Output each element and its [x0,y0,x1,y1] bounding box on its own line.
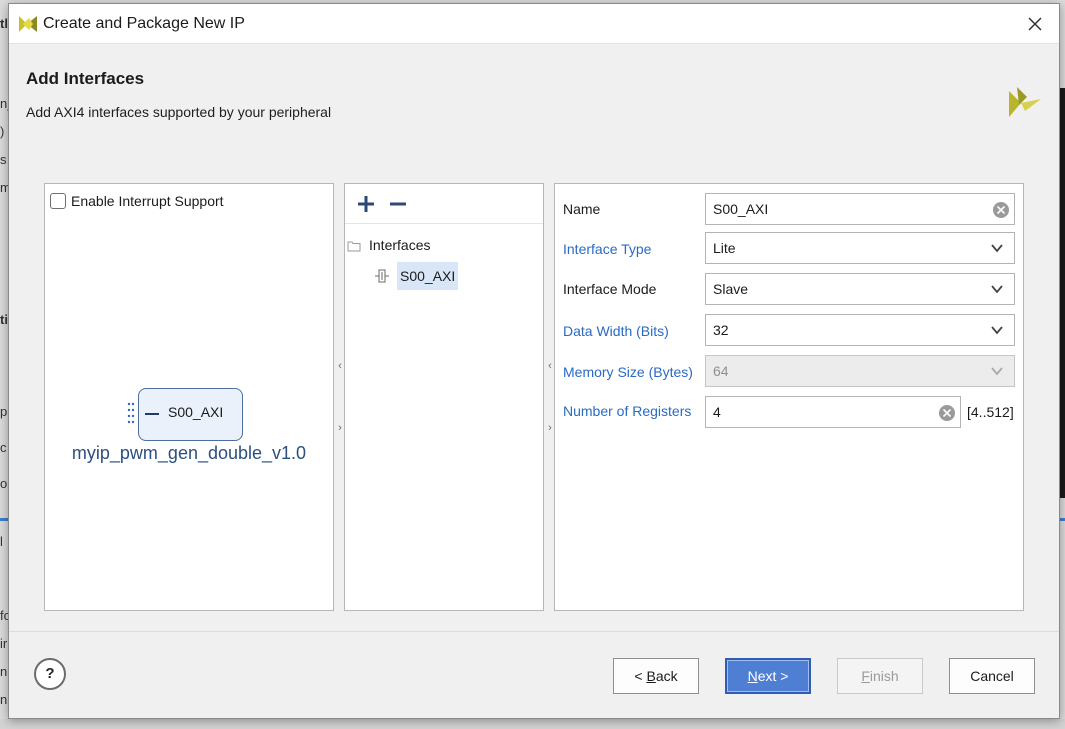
background-text-fragment: nr [0,692,8,707]
next-mnemonic: N [747,668,758,684]
wizard-header: Add Interfaces Add AXI4 interfaces suppo… [9,45,1059,125]
tree-item-label: S00_AXI [397,262,459,290]
cancel-button[interactable]: Cancel [949,658,1035,694]
ip-port-label: S00_AXI [168,404,224,420]
number-of-registers-field[interactable]: 4 [705,396,961,428]
background-text-fragment: ir [0,636,8,651]
next-label-rest: ext > [757,668,789,684]
clear-icon[interactable] [938,404,956,422]
back-button[interactable]: < Back [613,658,699,694]
folder-icon [347,241,361,252]
create-package-ip-dialog: Create and Package New IP Add Interfaces… [8,3,1060,719]
background-text-fragment: c [0,440,7,455]
next-button[interactable]: Next > [725,658,811,694]
finish-mnemonic: F [861,668,870,684]
chevron-down-icon [991,285,1003,294]
data-width-select[interactable]: 32 [705,314,1015,346]
close-icon[interactable] [1021,10,1049,38]
background-text-fragment: m [0,180,8,195]
memory-size-select: 64 [705,355,1015,387]
dialog-title: Create and Package New IP [43,15,245,32]
interrupt-support-checkbox[interactable] [50,193,66,209]
port-line [145,413,159,415]
chevron-down-icon [991,244,1003,253]
background-text-fragment: ) [0,124,5,139]
page-title: Add Interfaces [26,69,145,88]
background-text-fragment: ti [0,312,8,327]
data-width-value: 32 [713,322,729,338]
tree-toolbar [345,184,543,224]
footer-divider [9,631,1059,632]
number-of-registers-label: Number of Registers [563,403,692,419]
name-value: S00_AXI [713,201,769,217]
background-text-fragment: p [0,404,8,419]
ip-name: myip_pwm_gen_double_v1.0 [71,443,307,463]
background-text-fragment: tl [0,16,8,31]
background-text-fragment: l [0,534,3,549]
vivado-logo-icon [1009,87,1041,117]
name-field[interactable]: S00_AXI [705,193,1015,225]
interface-type-select[interactable]: Lite [705,232,1015,264]
help-button[interactable]: ? [34,658,66,690]
interface-type-label: Interface Type [563,241,652,257]
interfaces-tree-panel: Interfaces S00_AXI [344,183,544,611]
tree-item-s00-axi[interactable]: S00_AXI [373,262,459,290]
interface-type-value: Lite [713,240,736,256]
background-text-fragment: ni [0,664,8,679]
interface-properties-panel: Name S00_AXI Interface Type Lite Interfa… [554,183,1024,611]
interrupt-support-label[interactable]: Enable Interrupt Support [71,193,224,209]
port-connector-icon [127,402,135,424]
registers-range-label: [4..512] [967,404,1014,420]
vivado-logo-icon [19,16,37,32]
background-text-fragment: op [0,476,8,491]
back-prefix: < [634,668,647,684]
background-bottom-strip [0,719,1065,729]
number-of-registers-value: 4 [713,404,721,420]
background-text-fragment: fo [0,608,8,623]
data-width-label: Data Width (Bits) [563,323,669,339]
back-mnemonic: B [646,668,656,684]
background-text-fragment: s [0,152,7,167]
memory-size-value: 64 [713,363,729,379]
background-text-fragment: n_ [0,96,8,111]
plus-icon[interactable] [355,193,377,215]
clear-icon[interactable] [992,201,1010,219]
back-label-rest: ack [655,668,678,684]
background-divider [0,518,8,521]
tree-root-interfaces[interactable]: Interfaces [369,237,430,253]
interface-mode-label: Interface Mode [563,281,657,297]
chevron-down-icon [991,367,1003,376]
interface-mode-select[interactable]: Slave [705,273,1015,305]
interface-mode-value: Slave [713,281,749,297]
finish-button: Finish [837,658,923,694]
minus-icon[interactable] [387,193,409,215]
title-bar: Create and Package New IP [9,4,1059,44]
memory-size-label: Memory Size (Bytes) [563,364,693,380]
page-subtitle: Add AXI4 interfaces supported by your pe… [26,104,332,120]
chevron-down-icon [991,326,1003,335]
name-label: Name [563,201,601,217]
ip-symbol-panel: Enable Interrupt Support S00_AXI myip_pw… [44,183,334,611]
interface-icon [375,269,389,283]
finish-label-rest: inish [869,668,899,684]
